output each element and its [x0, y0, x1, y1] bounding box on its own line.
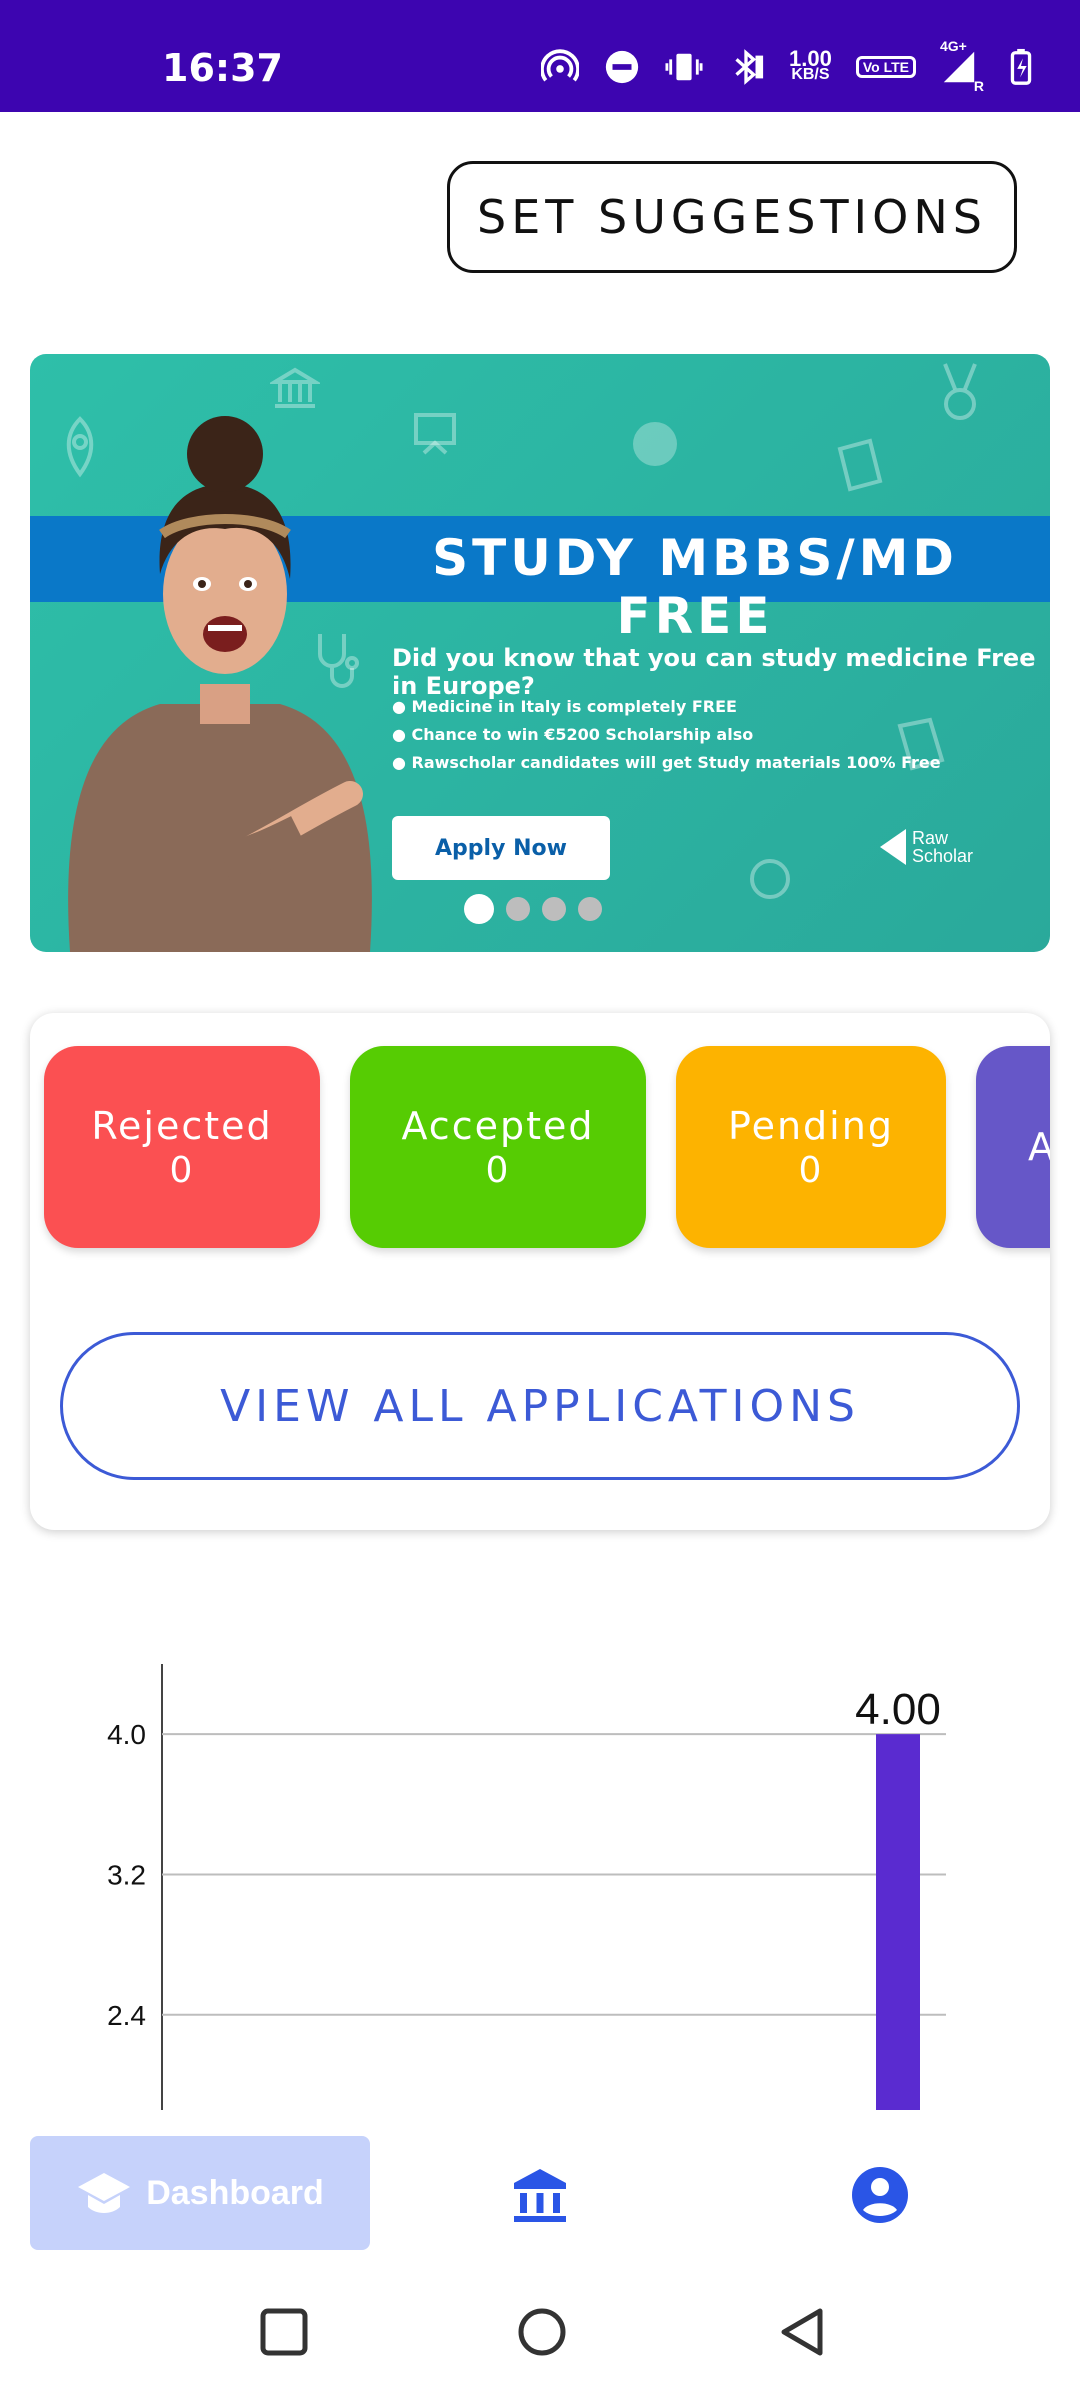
- applications-status-card: Rejected 0 Accepted 0 Pending 0 A VIEW A…: [30, 1013, 1050, 1530]
- banner-bullet: Rawscholar candidates will get Study mat…: [392, 753, 941, 772]
- brand-line-1: Raw: [912, 828, 949, 848]
- network-type: 4G+: [940, 38, 967, 54]
- board-decoration-icon: [414, 413, 456, 455]
- system-navigation-bar: [0, 2262, 1080, 2400]
- tile-count: 0: [169, 1149, 195, 1191]
- bluetooth-icon: [727, 48, 765, 86]
- bar-chart: 4.0 3.2 2.4 4.00: [0, 1640, 1080, 2120]
- view-all-applications-button[interactable]: VIEW ALL APPLICATIONS: [60, 1332, 1020, 1480]
- banner-subtitle: Did you know that you can study medicine…: [392, 644, 1036, 700]
- nav-dashboard-label: Dashboard: [146, 2173, 324, 2212]
- banner-bullet: Chance to win €5200 Scholarship also: [392, 725, 941, 744]
- tile-label: Pending: [728, 1103, 894, 1148]
- bar: [876, 1734, 920, 2120]
- banner-bullet-list: Medicine in Italy is completely FREE Cha…: [392, 697, 941, 781]
- rejected-tile[interactable]: Rejected 0: [44, 1046, 320, 1248]
- bar-value-label: 4.00: [855, 1685, 941, 1734]
- accepted-tile[interactable]: Accepted 0: [350, 1046, 646, 1248]
- pending-tile[interactable]: Pending 0: [676, 1046, 946, 1248]
- vibrate-icon: [665, 48, 703, 86]
- signal-icon: 4G+ R: [940, 38, 984, 94]
- y-tick-label: 3.2: [107, 1859, 146, 1890]
- tile-label: Accepted: [401, 1103, 595, 1148]
- institution-icon[interactable]: [510, 2165, 570, 2225]
- globe-decoration-icon: [750, 859, 790, 899]
- apply-now-button[interactable]: Apply Now: [392, 816, 610, 880]
- tile-count: 0: [798, 1149, 824, 1191]
- roaming-indicator: R: [973, 78, 984, 94]
- rawscholar-logo: Raw Scholar: [880, 829, 973, 865]
- carousel-dot-active[interactable]: [464, 894, 494, 924]
- carousel-dot[interactable]: [506, 897, 530, 921]
- y-tick-label: 2.4: [107, 2000, 146, 2031]
- tile-label: Rejected: [91, 1103, 273, 1148]
- status-icons: 1.00 KB/S Vo LTE 4G+ R: [541, 38, 1040, 94]
- data-speed-unit: KB/S: [791, 66, 830, 83]
- status-tiles-row[interactable]: Rejected 0 Accepted 0 Pending 0 A: [44, 1046, 1050, 1248]
- tile-label: A: [1028, 1125, 1050, 1169]
- brand-line-2: Scholar: [912, 846, 974, 866]
- planet-decoration-icon: [633, 422, 677, 466]
- status-bar: 16:37 1.00 KB/S Vo LTE 4G+ R: [0, 0, 1080, 112]
- partial-status-tile[interactable]: A: [976, 1046, 1050, 1248]
- carousel-dot[interactable]: [542, 897, 566, 921]
- set-suggestions-button[interactable]: SET SUGGESTIONS: [447, 161, 1017, 273]
- hotspot-icon: [541, 48, 580, 86]
- nav-dashboard-tab[interactable]: Dashboard: [30, 2136, 370, 2250]
- y-tick-label: 4.0: [107, 1719, 146, 1750]
- back-button[interactable]: [776, 2306, 828, 2358]
- rawscholar-logo-mark: [880, 829, 906, 865]
- battery-icon: [1002, 48, 1040, 86]
- bottom-navigation: Dashboard: [0, 2110, 1080, 2260]
- data-speed-indicator: 1.00 KB/S: [789, 46, 832, 83]
- banner-headline: STUDY MBBS/MD FREE: [432, 529, 958, 645]
- tile-count: 0: [485, 1149, 511, 1191]
- dnd-icon: [603, 48, 641, 86]
- data-speed-value: 1.00: [789, 46, 832, 71]
- bar-chart-svg: 4.0 3.2 2.4 4.00: [107, 1664, 946, 2120]
- banner-bullet: Medicine in Italy is completely FREE: [392, 697, 941, 716]
- book-decoration-icon: [837, 438, 883, 492]
- carousel-indicator: [464, 894, 602, 924]
- medal-decoration-icon: [943, 363, 977, 420]
- clock: 16:37: [162, 46, 283, 90]
- home-button[interactable]: [516, 2306, 568, 2358]
- carousel-dot[interactable]: [578, 897, 602, 921]
- recents-button[interactable]: [258, 2306, 310, 2358]
- promo-banner-carousel[interactable]: STUDY MBBS/MD FREE Did you know that you…: [30, 354, 1050, 952]
- account-circle-icon[interactable]: [850, 2165, 910, 2225]
- volte-icon: Vo LTE: [855, 56, 916, 78]
- smiling-woman-illustration: [68, 416, 372, 952]
- graduation-cap-icon: [78, 2173, 131, 2213]
